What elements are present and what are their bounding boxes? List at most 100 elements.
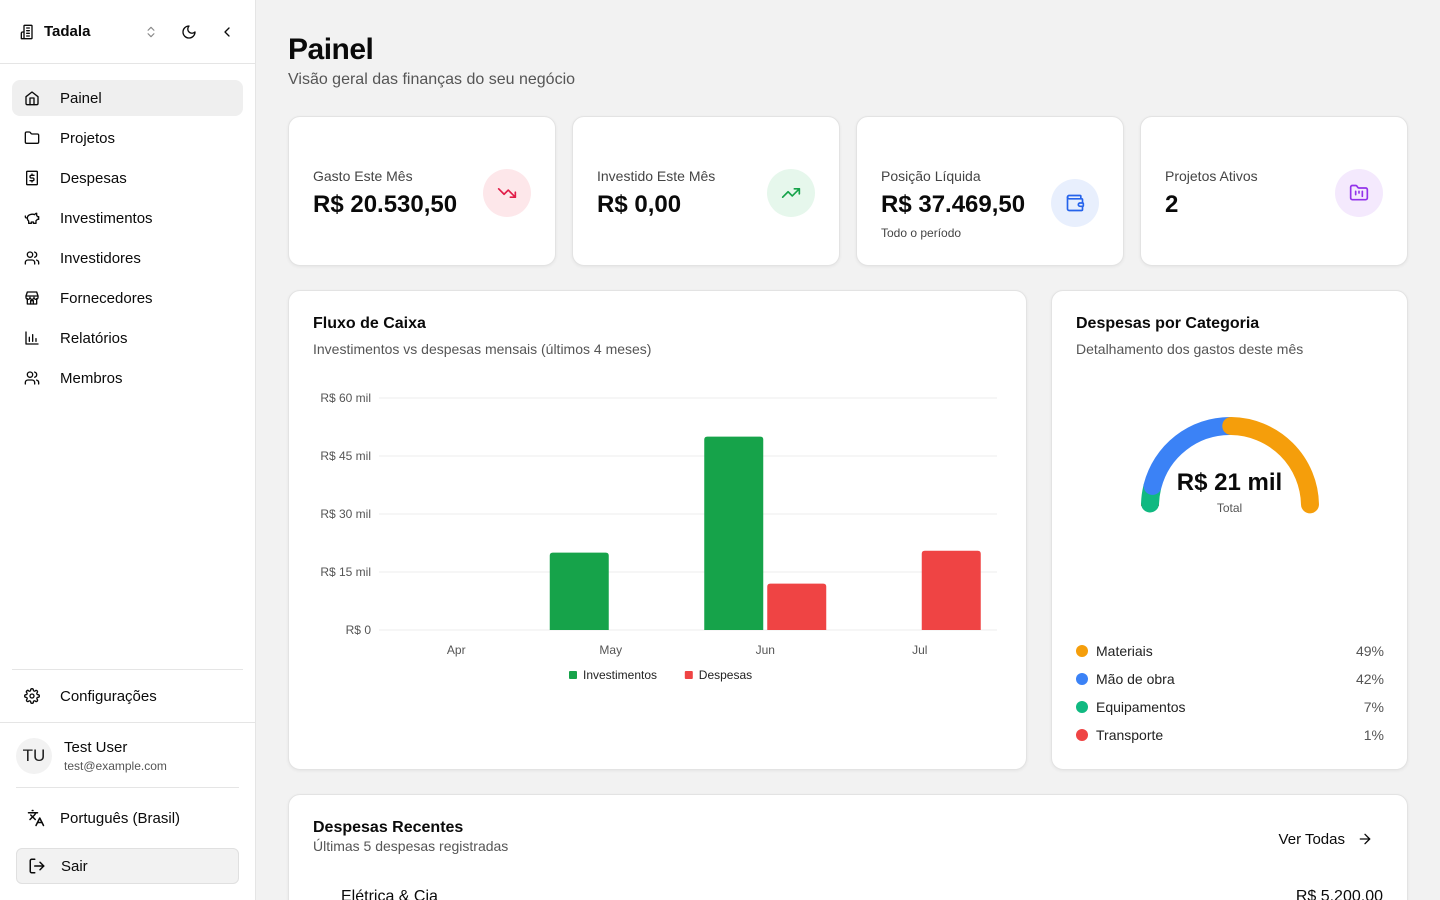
legend-percent: 7% [1363,699,1384,715]
legend-item: Mão de obra 42% [1076,671,1384,687]
bar-despesas [921,550,981,630]
y-tick-label: R$ 0 [346,623,372,637]
nav-label: Painel [60,89,102,107]
nav-item-projetos[interactable]: Projetos [12,120,243,156]
view-all-button[interactable]: Ver Todas [1269,823,1383,855]
legend-dot [1076,701,1088,713]
stat-card-spent: Gasto Este Mês R$ 20.530,50 [288,116,556,266]
stat-card-active-projects: Projetos Ativos 2 [1140,116,1408,266]
folder-chart-icon [1335,169,1383,217]
legend-swatch [569,671,577,679]
bar-chart-icon [24,330,40,346]
org-name[interactable]: Tadala [44,23,125,40]
main-nav: Painel Projetos Despesas Investimentos I… [12,80,243,400]
stat-card-invested: Investido Este Mês R$ 0,00 [572,116,840,266]
chevrons-up-down-icon[interactable] [139,20,163,44]
legend-percent: 42% [1355,671,1384,687]
languages-icon [26,808,46,828]
view-all-label: Ver Todas [1278,830,1345,848]
legend-name: Equipamentos [1096,699,1186,715]
language-label: Português (Brasil) [60,809,181,827]
legend-dot [1076,645,1088,657]
nav-item-configuracoes[interactable]: Configurações [12,678,243,714]
stat-note: Todo o período [881,226,962,240]
nav-label: Despesas [60,169,127,187]
piggy-bank-icon [24,210,40,226]
x-tick-label: Jun [756,643,775,657]
arrow-right-icon [1357,831,1373,847]
settings-nav: Configurações [12,678,243,718]
nav-item-painel[interactable]: Painel [12,80,243,116]
building-icon [20,24,36,40]
cashflow-bar-chart: R$ 0 R$ 15 mil R$ 30 mil R$ 45 mil R$ 60 mil… [320,391,997,682]
bar-despesas [767,583,827,630]
expense-amount: R$ 5.200,00 [1295,888,1383,900]
stat-value: R$ 37.469,50 [881,191,1026,218]
legend-item: Transporte 1% [1076,727,1384,743]
category-gauge-chart [1141,417,1319,514]
stat-label: Posição Líquida [881,168,981,184]
y-tick-label: R$ 30 mil [320,507,371,521]
card-subtitle: Últimas 5 despesas registradas [313,838,509,854]
user-email: test@example.com [64,759,167,773]
folder-icon [24,130,40,146]
nav-label: Membros [60,369,123,387]
y-tick-label: R$ 60 mil [320,391,371,405]
stat-value: R$ 0,00 [597,191,682,218]
chevron-left-icon[interactable] [215,20,239,44]
bar-investimentos [704,436,764,630]
legend-item: Equipamentos 7% [1076,699,1384,715]
nav-label: Fornecedores [60,289,153,307]
moon-icon[interactable] [177,20,201,44]
divider [16,787,239,788]
stat-label: Projetos Ativos [1165,168,1258,184]
divider [12,669,243,670]
nav-label: Investidores [60,249,141,267]
legend-dot [1076,729,1088,741]
nav-label: Configurações [60,687,157,705]
card-title: Despesas por Categoria [1076,315,1260,332]
legend-name: Materiais [1096,643,1153,659]
card-subtitle: Detalhamento dos gastos deste mês [1076,341,1304,357]
stat-label: Investido Este Mês [597,168,716,184]
gauge-total-value: R$ 21 mil [1176,469,1283,496]
nav-item-relatorios[interactable]: Relatórios [12,320,243,356]
cashflow-card: Fluxo de Caixa Investimentos vs despesas… [288,290,1027,770]
page-title: Painel [288,33,374,66]
trending-down-icon [483,169,531,217]
nav-item-investidores[interactable]: Investidores [12,240,243,276]
legend-label: Despesas [699,668,752,682]
expense-name[interactable]: Elétrica & Cia [341,888,438,900]
nav-item-fornecedores[interactable]: Fornecedores [12,280,243,316]
receipt-icon [24,170,40,186]
avatar: TU [16,738,52,774]
stat-value: 2 [1165,191,1179,218]
sidebar-header: Tadala [0,0,255,64]
nav-item-membros[interactable]: Membros [12,360,243,396]
y-tick-label: R$ 15 mil [320,565,371,579]
legend-item: Materiais 49% [1076,643,1384,659]
user-profile[interactable]: TU Test User test@example.com [16,738,167,774]
users-icon [24,370,40,386]
home-icon [24,90,40,106]
legend-label: Investimentos [583,668,657,682]
log-out-icon [27,856,47,876]
stat-label: Gasto Este Mês [313,168,413,184]
gear-icon [24,688,40,704]
language-selector[interactable]: Português (Brasil) [16,800,239,836]
nav-item-despesas[interactable]: Despesas [12,160,243,196]
nav-item-investimentos[interactable]: Investimentos [12,200,243,236]
recent-expenses-card: Despesas Recentes Últimas 5 despesas reg… [288,794,1408,900]
x-tick-label: Apr [447,643,466,657]
x-tick-label: May [599,643,622,657]
logout-button[interactable]: Sair [16,848,239,884]
y-tick-label: R$ 45 mil [320,449,371,463]
users-icon [24,250,40,266]
wallet-icon [1051,179,1099,227]
stat-card-net-position: Posição Líquida R$ 37.469,50 Todo o perí… [856,116,1124,266]
bar-investimentos [549,552,609,630]
trending-up-icon [767,169,815,217]
legend-name: Mão de obra [1096,671,1175,687]
legend-dot [1076,673,1088,685]
logout-label: Sair [61,857,88,875]
